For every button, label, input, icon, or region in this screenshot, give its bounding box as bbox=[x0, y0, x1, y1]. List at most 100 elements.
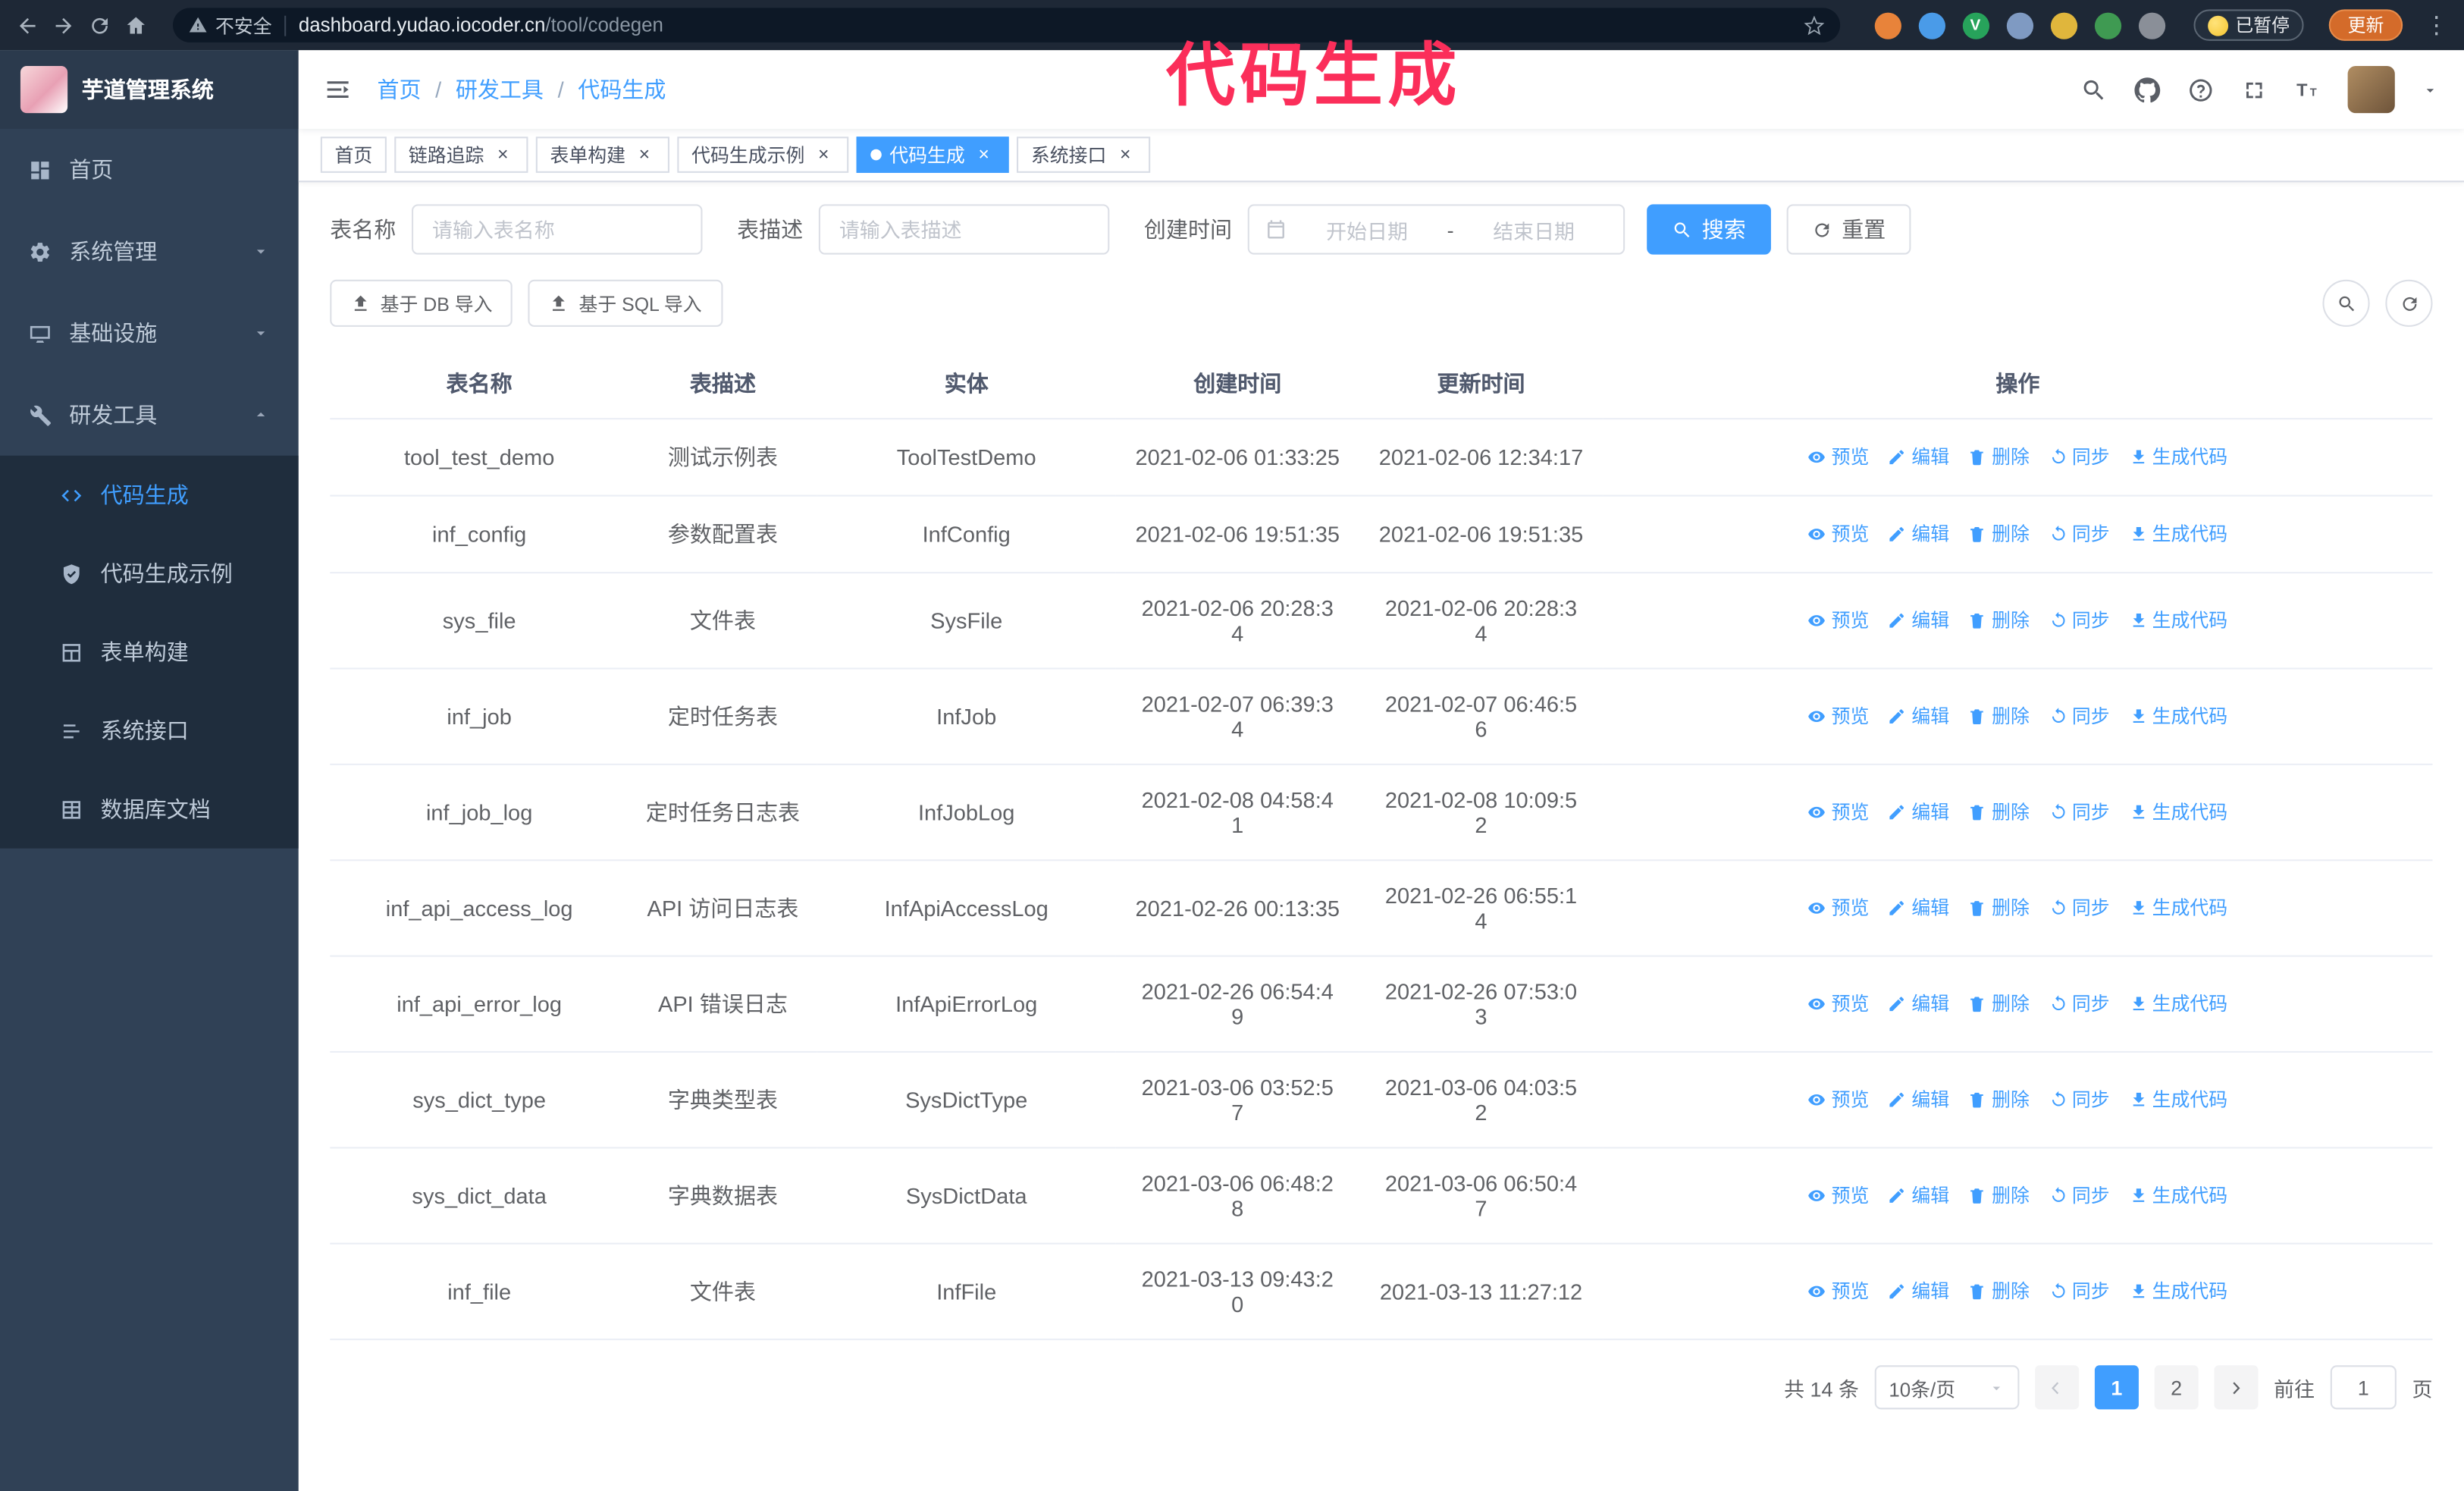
create-time-range-picker[interactable]: 开始日期 - 结束日期 bbox=[1247, 204, 1625, 255]
edit-action-link[interactable]: 编辑 bbox=[1888, 1086, 1949, 1113]
sync-action-link[interactable]: 同步 bbox=[2049, 894, 2110, 921]
tab-codegen-example[interactable]: 代码生成示例 × bbox=[677, 137, 849, 173]
import-sql-button[interactable]: 基于 SQL 导入 bbox=[528, 279, 723, 327]
extension-icon[interactable] bbox=[2049, 11, 2077, 39]
preview-action-link[interactable]: 预览 bbox=[1808, 1278, 1869, 1304]
table-name-input[interactable] bbox=[412, 204, 703, 255]
generate-code-action-link[interactable]: 生成代码 bbox=[2129, 1182, 2227, 1208]
tab-codegen-active[interactable]: 代码生成 × bbox=[856, 137, 1009, 173]
sync-action-link[interactable]: 同步 bbox=[2049, 444, 2110, 470]
sidebar-item-db-doc[interactable]: 数据库文档 bbox=[0, 770, 299, 849]
edit-action-link[interactable]: 编辑 bbox=[1888, 1182, 1949, 1208]
edit-action-link[interactable]: 编辑 bbox=[1888, 894, 1949, 921]
sync-action-link[interactable]: 同步 bbox=[2049, 520, 2110, 547]
sync-action-link[interactable]: 同步 bbox=[2049, 1182, 2110, 1208]
extension-icon[interactable] bbox=[2005, 11, 2033, 39]
chrome-menu-icon[interactable]: ⋮ bbox=[2425, 11, 2448, 39]
edit-action-link[interactable]: 编辑 bbox=[1888, 1278, 1949, 1304]
generate-code-action-link[interactable]: 生成代码 bbox=[2129, 990, 2227, 1017]
preview-action-link[interactable]: 预览 bbox=[1808, 607, 1869, 633]
avatar-caret-icon[interactable] bbox=[2422, 81, 2439, 99]
sync-action-link[interactable]: 同步 bbox=[2049, 1086, 2110, 1113]
sidebar-toggle-icon[interactable] bbox=[324, 75, 352, 103]
page-1-button[interactable]: 1 bbox=[2094, 1365, 2139, 1410]
sync-action-link[interactable]: 同步 bbox=[2049, 990, 2110, 1017]
bookmark-star-icon[interactable] bbox=[1803, 14, 1824, 36]
preview-action-link[interactable]: 预览 bbox=[1808, 444, 1869, 470]
edit-action-link[interactable]: 编辑 bbox=[1888, 520, 1949, 547]
tab-system-api[interactable]: 系统接口 × bbox=[1017, 137, 1151, 173]
extension-icon[interactable] bbox=[1917, 11, 1945, 39]
table-desc-input[interactable] bbox=[818, 204, 1110, 255]
preview-action-link[interactable]: 预览 bbox=[1808, 799, 1869, 825]
generate-code-action-link[interactable]: 生成代码 bbox=[2129, 894, 2227, 921]
sidebar-item-infrastructure[interactable]: 基础设施 bbox=[0, 292, 299, 374]
preview-action-link[interactable]: 预览 bbox=[1808, 894, 1869, 921]
url-bar[interactable]: 不安全 dashboard.yudao.iocoder.cn/tool/code… bbox=[172, 8, 1840, 42]
prev-page-button[interactable] bbox=[2035, 1365, 2080, 1410]
edit-action-link[interactable]: 编辑 bbox=[1888, 990, 1949, 1017]
browser-reload-icon[interactable] bbox=[88, 14, 111, 37]
toggle-search-button[interactable] bbox=[2322, 279, 2370, 327]
app-logo[interactable]: 芋道管理系统 bbox=[0, 50, 299, 129]
page-2-button[interactable]: 2 bbox=[2154, 1365, 2199, 1410]
header-search-icon[interactable] bbox=[2080, 76, 2107, 102]
tab-close-icon[interactable]: × bbox=[492, 143, 514, 166]
tab-close-icon[interactable]: × bbox=[813, 143, 835, 166]
github-icon[interactable] bbox=[2134, 76, 2161, 102]
next-page-button[interactable] bbox=[2214, 1365, 2259, 1410]
search-button[interactable]: 搜索 bbox=[1647, 204, 1771, 255]
chrome-update-button[interactable]: 更新 bbox=[2328, 9, 2403, 41]
delete-action-link[interactable]: 删除 bbox=[1968, 1278, 2030, 1304]
reset-button[interactable]: 重置 bbox=[1786, 204, 1911, 255]
tab-trace[interactable]: 链路追踪 × bbox=[394, 137, 528, 173]
generate-code-action-link[interactable]: 生成代码 bbox=[2129, 703, 2227, 730]
generate-code-action-link[interactable]: 生成代码 bbox=[2129, 607, 2227, 633]
sync-action-link[interactable]: 同步 bbox=[2049, 1278, 2110, 1304]
tab-close-icon[interactable]: × bbox=[633, 143, 655, 166]
page-size-select[interactable]: 10条/页 bbox=[1874, 1365, 2020, 1410]
edit-action-link[interactable]: 编辑 bbox=[1888, 607, 1949, 633]
fullscreen-icon[interactable] bbox=[2241, 76, 2268, 102]
delete-action-link[interactable]: 删除 bbox=[1968, 894, 2030, 921]
preview-action-link[interactable]: 预览 bbox=[1808, 990, 1869, 1017]
help-icon[interactable] bbox=[2187, 76, 2214, 102]
browser-forward-icon[interactable] bbox=[52, 14, 75, 37]
refresh-table-button[interactable] bbox=[2385, 279, 2433, 327]
extension-icon[interactable] bbox=[2137, 11, 2165, 39]
extension-icon[interactable] bbox=[1873, 11, 1901, 39]
delete-action-link[interactable]: 删除 bbox=[1968, 1086, 2030, 1113]
delete-action-link[interactable]: 删除 bbox=[1968, 607, 2030, 633]
sync-action-link[interactable]: 同步 bbox=[2049, 703, 2110, 730]
sidebar-item-dev-tools[interactable]: 研发工具 bbox=[0, 374, 299, 456]
preview-action-link[interactable]: 预览 bbox=[1808, 1182, 1869, 1208]
generate-code-action-link[interactable]: 生成代码 bbox=[2129, 1278, 2227, 1304]
tab-close-icon[interactable]: × bbox=[973, 143, 995, 166]
sidebar-item-system-api[interactable]: 系统接口 bbox=[0, 692, 299, 771]
browser-back-icon[interactable] bbox=[16, 14, 39, 37]
goto-page-input[interactable] bbox=[2330, 1365, 2397, 1410]
sidebar-item-home[interactable]: 首页 bbox=[0, 129, 299, 211]
tab-close-icon[interactable]: × bbox=[1114, 143, 1136, 166]
breadcrumb-dev-tools[interactable]: 研发工具 bbox=[456, 74, 544, 105]
delete-action-link[interactable]: 删除 bbox=[1968, 799, 2030, 825]
delete-action-link[interactable]: 删除 bbox=[1968, 444, 2030, 470]
sync-action-link[interactable]: 同步 bbox=[2049, 799, 2110, 825]
sidebar-item-codegen[interactable]: 代码生成 bbox=[0, 456, 299, 535]
delete-action-link[interactable]: 删除 bbox=[1968, 520, 2030, 547]
breadcrumb-home[interactable]: 首页 bbox=[377, 74, 421, 105]
sync-action-link[interactable]: 同步 bbox=[2049, 607, 2110, 633]
profile-paused-badge[interactable]: 已暂停 bbox=[2193, 9, 2304, 41]
edit-action-link[interactable]: 编辑 bbox=[1888, 444, 1949, 470]
delete-action-link[interactable]: 删除 bbox=[1968, 990, 2030, 1017]
extension-icon[interactable] bbox=[2093, 11, 2121, 39]
preview-action-link[interactable]: 预览 bbox=[1808, 1086, 1869, 1113]
browser-home-icon[interactable] bbox=[124, 14, 148, 37]
generate-code-action-link[interactable]: 生成代码 bbox=[2129, 444, 2227, 470]
tab-form-builder[interactable]: 表单构建 × bbox=[535, 137, 670, 173]
import-db-button[interactable]: 基于 DB 导入 bbox=[330, 279, 513, 327]
user-avatar[interactable] bbox=[2347, 66, 2395, 114]
font-size-icon[interactable]: TT bbox=[2294, 76, 2321, 102]
delete-action-link[interactable]: 删除 bbox=[1968, 1182, 2030, 1208]
sidebar-item-form-builder[interactable]: 表单构建 bbox=[0, 613, 299, 692]
